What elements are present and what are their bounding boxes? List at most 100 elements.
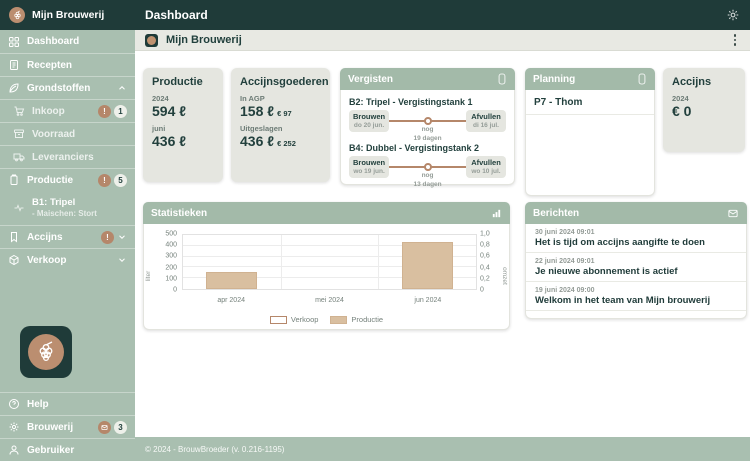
envelope-icon[interactable] <box>727 208 739 219</box>
chart-category-label: mei 2024 <box>280 297 378 304</box>
fermentation-timeline: Brouwen wo 19 jun. nog 13 dagen Afvullen <box>349 156 506 178</box>
card-accijnsgoederen[interactable]: Accijnsgoederen In AGP 158 ℓ € 97 Uitges… <box>231 68 330 182</box>
nav-label: Productie <box>27 175 73 186</box>
nav-label: Gebruiker <box>27 445 74 456</box>
bar-productie <box>206 272 257 289</box>
stat-value: 436 ℓ <box>152 133 214 149</box>
chart-axis-left: 0100200300400500 <box>158 234 180 290</box>
bookmark-icon <box>8 231 20 243</box>
sidebar-item-inkoop[interactable]: Inkoop ! 1 <box>0 99 135 122</box>
alert-badge: ! <box>98 105 111 118</box>
sidebar-spacer <box>0 271 135 326</box>
timeline-track: nog 13 dagen <box>389 166 466 168</box>
kebab-menu-icon[interactable] <box>730 32 741 48</box>
count-badge: 5 <box>114 174 127 187</box>
sidebar-item-leveranciers[interactable]: Leveranciers <box>0 145 135 168</box>
chart-category-label: jun 2024 <box>379 297 477 304</box>
chart-plot <box>182 234 477 290</box>
sidebar-item-gebruiker[interactable]: Gebruiker <box>0 438 135 461</box>
chart-category-cell <box>378 235 476 289</box>
nav-label: Grondstoffen <box>27 83 90 94</box>
bar-chart-icon[interactable] <box>491 208 502 219</box>
chevron-up-icon <box>117 83 127 93</box>
sidebar-item-verkoop[interactable]: Verkoop <box>0 248 135 271</box>
nav-label: Inkoop <box>32 106 65 117</box>
nav-label: Help <box>27 399 49 410</box>
chevron-down-icon <box>117 232 127 242</box>
card-berichten: Berichten 30 juni 2024 09:01 Het is tijd… <box>525 202 747 319</box>
sidebar-item-recepten[interactable]: Recepten <box>0 53 135 76</box>
stat-label: Uitgeslagen <box>240 124 321 133</box>
clipboard-icon[interactable] <box>637 73 647 85</box>
chart-category-cell <box>281 235 379 289</box>
nav-label: Voorraad <box>32 129 75 140</box>
planning-item[interactable]: P7 - Thom <box>526 90 654 115</box>
help-icon <box>8 398 20 410</box>
batch-step: - Maischen: Stort <box>32 209 97 219</box>
message-text: Het is tijd om accijns aangifte te doen <box>535 237 737 248</box>
org-bar: Mijn Brouwerij <box>135 30 750 51</box>
nav-label: Dashboard <box>27 36 79 47</box>
card-title: Statistieken <box>151 208 207 219</box>
org-name: Mijn Brouwerij <box>166 34 242 46</box>
message-item[interactable]: 19 juni 2024 09:00 Welkom in het team va… <box>526 282 746 311</box>
chart-categories: apr 2024mei 2024jun 2024 <box>182 297 477 304</box>
nav-label: Brouwerij <box>27 422 73 433</box>
fermentation-timeline: Brouwen do 20 jun. nog 19 dagen Afvullen <box>349 110 506 132</box>
sidebar-item-accijns[interactable]: Accijns ! <box>0 225 135 248</box>
footer-version: © 2024 - BrouwBroeder (v. 0.216-1195) <box>145 445 284 454</box>
timeline-progress-knob <box>424 163 432 171</box>
stat-euro: € 252 <box>277 139 296 148</box>
card-vergisten: Vergisten B2: Tripel - Vergistingstank 1… <box>340 68 515 185</box>
chevron-down-icon <box>117 255 127 265</box>
dashboard-icon <box>8 36 20 48</box>
stat-label: juni <box>152 124 214 133</box>
card-planning: Planning P7 - Thom <box>525 68 655 196</box>
hop-logo-icon <box>28 334 64 370</box>
batch-name: B1: Tripel <box>32 197 97 209</box>
alert-badge: ! <box>98 174 111 187</box>
sidebar-item-voorraad[interactable]: Voorraad <box>0 122 135 145</box>
message-date: 22 juni 2024 09:01 <box>535 258 737 265</box>
timeline-start-chip: Brouwen wo 19 jun. <box>349 156 389 178</box>
main-column: Dashboard Mijn Brouwerij Productie 2024 … <box>135 0 750 461</box>
message-item[interactable]: 22 juni 2024 09:01 Je nieuwe abonnement … <box>526 253 746 282</box>
timeline-progress-knob <box>424 117 432 125</box>
app-root: Mijn Brouwerij Dashboard Recepten Gronds… <box>0 0 750 461</box>
stat-euro: € 97 <box>277 109 292 118</box>
sidebar-item-productie[interactable]: Productie ! 5 <box>0 168 135 191</box>
alert-badge: ! <box>101 231 114 244</box>
stat-label: 2024 <box>672 94 736 103</box>
truck-icon <box>13 151 25 163</box>
sidebar-item-batch-b1-tripel[interactable]: B1: Tripel - Maischen: Stort <box>0 191 135 225</box>
sidebar-nav: Dashboard Recepten Grondstoffen <box>0 30 135 271</box>
brand-name: Mijn Brouwerij <box>32 9 104 21</box>
tank-icon[interactable] <box>497 73 507 85</box>
sidebar-item-grondstoffen[interactable]: Grondstoffen <box>0 76 135 99</box>
batch-title: B2: Tripel - Vergistingstank 1 <box>349 97 506 107</box>
stat-value: € 0 <box>672 103 736 119</box>
stat-value: 594 ℓ <box>152 103 214 119</box>
settings-gear-icon[interactable] <box>726 8 740 22</box>
sidebar-item-dashboard[interactable]: Dashboard <box>0 30 135 53</box>
message-item[interactable]: 30 juni 2024 09:01 Het is tijd om accijn… <box>526 224 746 253</box>
count-badge: 3 <box>114 421 127 434</box>
legend-item: Productie <box>330 315 383 324</box>
sidebar-brand[interactable]: Mijn Brouwerij <box>0 0 135 30</box>
box-icon <box>13 128 25 140</box>
chart-ylabel-left: liter <box>145 271 152 281</box>
topbar: Dashboard <box>135 0 750 30</box>
card-statistieken: Statistieken liter 0100200300400500 00,2… <box>143 202 510 330</box>
sidebar-bottom-nav: Help Brouwerij 3 Gebruiker <box>0 392 135 461</box>
org-avatar[interactable] <box>145 34 158 47</box>
sidebar-item-help[interactable]: Help <box>0 392 135 415</box>
timeline-track: nog 19 dagen <box>389 120 466 122</box>
sidebar-item-brouwerij[interactable]: Brouwerij 3 <box>0 415 135 438</box>
message-text: Je nieuwe abonnement is actief <box>535 266 737 277</box>
clipboard-icon <box>8 174 20 186</box>
card-productie[interactable]: Productie 2024 594 ℓ juni 436 ℓ <box>143 68 223 182</box>
legend-item: Verkoop <box>270 315 319 324</box>
message-date: 19 juni 2024 09:00 <box>535 287 737 294</box>
nav-label: Recepten <box>27 60 72 71</box>
card-accijns[interactable]: Accijns 2024 € 0 <box>663 68 745 152</box>
